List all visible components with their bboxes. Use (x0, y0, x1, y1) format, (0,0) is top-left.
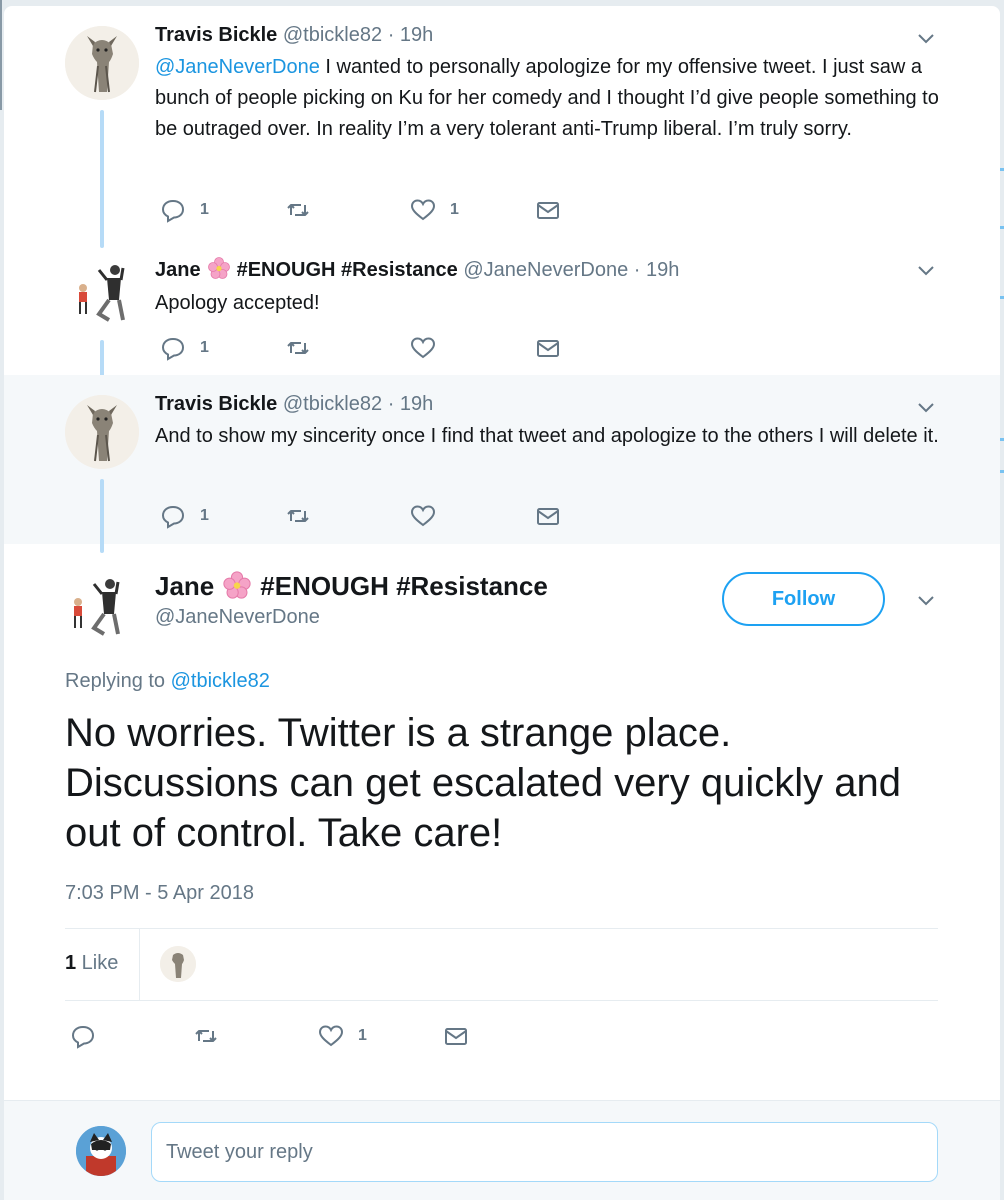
tweet-detail-panel: Travis Bickle @tbickle82 · 19h @JaneNeve… (4, 6, 1000, 1200)
mention-link[interactable]: @tbickle82 (171, 670, 270, 692)
thread-line (100, 110, 104, 248)
reply-count: 1 (200, 507, 209, 524)
user-handle[interactable]: @JaneNeverDone (463, 259, 628, 281)
avatar[interactable] (65, 26, 139, 100)
like-count: 1 (450, 201, 459, 218)
flower-icon (207, 256, 231, 280)
replying-to: Replying to @tbickle82 (65, 670, 270, 692)
direct-message-button[interactable] (443, 1023, 469, 1049)
retweet-button[interactable] (285, 335, 311, 361)
heart-icon (318, 1023, 344, 1049)
like-button[interactable] (410, 503, 436, 529)
retweet-button[interactable] (285, 197, 311, 223)
heart-icon (410, 503, 436, 529)
chevron-down-icon[interactable] (916, 594, 936, 608)
retweet-icon (285, 503, 311, 529)
heart-icon (410, 197, 436, 223)
likes-stat[interactable]: 1 Like (65, 952, 118, 975)
like-count: 1 (358, 1027, 367, 1044)
thread-line (100, 479, 104, 553)
reply-icon (160, 335, 186, 361)
display-name[interactable]: Travis Bickle (155, 393, 277, 415)
follow-button[interactable]: Follow (722, 572, 885, 626)
tweet-time[interactable]: · 19h (388, 393, 434, 415)
heart-icon (410, 335, 436, 361)
reply-count: 1 (200, 339, 209, 356)
divider (65, 1000, 938, 1001)
retweet-button[interactable] (285, 503, 311, 529)
user-handle[interactable]: @tbickle82 (283, 24, 382, 46)
retweet-button[interactable] (193, 1023, 219, 1049)
tweet-header: Travis Bickle @tbickle82 · 19h (155, 24, 433, 47)
mention-link[interactable]: @JaneNeverDone (155, 56, 320, 78)
direct-message-button[interactable] (535, 197, 561, 223)
retweet-icon (285, 197, 311, 223)
reply-icon (160, 503, 186, 529)
reply-icon (70, 1023, 96, 1049)
tweet-header: Jane #ENOUGH #Resistance @JaneNeverDone ·… (155, 256, 679, 282)
divider (65, 928, 938, 929)
window-edge (0, 0, 2, 110)
envelope-icon (535, 197, 561, 223)
like-button[interactable]: 1 (318, 1023, 367, 1049)
thread-tweet[interactable]: Jane #ENOUGH #Resistance @JaneNeverDone ·… (4, 238, 1000, 384)
like-button[interactable] (410, 335, 436, 361)
reply-count: 1 (200, 201, 209, 218)
reply-icon (160, 197, 186, 223)
current-user-avatar[interactable] (76, 1126, 126, 1176)
chevron-down-icon[interactable] (916, 401, 936, 415)
tweet-header: Travis Bickle @tbickle82 · 19h (155, 393, 433, 416)
tweet-time[interactable]: · 19h (634, 259, 680, 281)
display-name[interactable]: Jane #ENOUGH #Resistance (155, 256, 458, 281)
likes-label: Like (76, 952, 119, 974)
liker-avatar[interactable] (160, 946, 196, 982)
tweet-text: No worries. Twitter is a strange place. … (65, 711, 901, 855)
avatar[interactable] (65, 395, 139, 469)
like-button[interactable]: 1 (410, 197, 459, 223)
user-handle[interactable]: @JaneNeverDone (155, 606, 320, 629)
envelope-icon (443, 1023, 469, 1049)
thread-tweet[interactable]: Travis Bickle @tbickle82 · 19h @JaneNeve… (4, 6, 1000, 248)
direct-message-button[interactable] (535, 335, 561, 361)
envelope-icon (535, 335, 561, 361)
likes-count: 1 (65, 952, 77, 974)
display-name[interactable]: Jane #ENOUGH #Resistance (155, 570, 548, 602)
divider (139, 928, 140, 1000)
retweet-icon (193, 1023, 219, 1049)
reply-button[interactable]: 1 (160, 503, 209, 529)
user-handle[interactable]: @tbickle82 (283, 393, 382, 415)
tweet-timestamp[interactable]: 7:03 PM - 5 Apr 2018 (65, 882, 254, 905)
tweet-text: Apology accepted! (155, 292, 320, 314)
chevron-down-icon[interactable] (916, 264, 936, 278)
tweet-time[interactable]: · 19h (388, 24, 434, 46)
reply-button[interactable]: 1 (160, 197, 209, 223)
thread-tweet[interactable]: Travis Bickle @tbickle82 · 19h And to sh… (4, 375, 1000, 553)
display-name[interactable]: Travis Bickle (155, 24, 277, 46)
avatar[interactable] (60, 572, 134, 646)
tweet-text: @JaneNeverDone I wanted to personally ap… (155, 52, 945, 145)
tweet-text: And to show my sincerity once I find tha… (155, 425, 939, 447)
retweet-icon (285, 335, 311, 361)
chevron-down-icon[interactable] (916, 32, 936, 46)
reply-button[interactable] (70, 1023, 96, 1049)
direct-message-button[interactable] (535, 503, 561, 529)
envelope-icon (535, 503, 561, 529)
flower-icon (222, 570, 252, 600)
avatar[interactable] (65, 258, 139, 332)
reply-button[interactable]: 1 (160, 335, 209, 361)
reply-input[interactable] (151, 1122, 938, 1182)
